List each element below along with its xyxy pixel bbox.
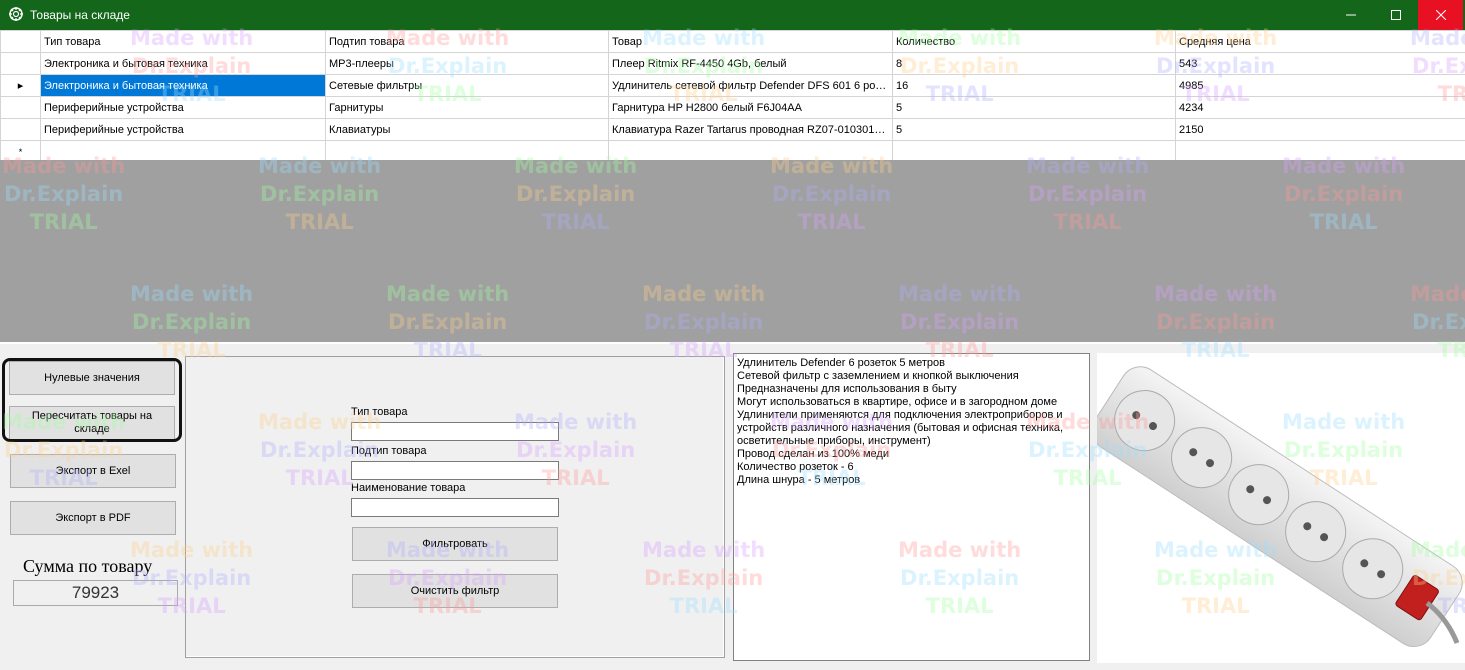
cell-avg-price[interactable]: 4985 <box>1176 75 1465 97</box>
row-header[interactable] <box>1 119 41 141</box>
filter-type-input[interactable] <box>351 422 559 441</box>
description-line: Удлинитель Defender 6 розеток 5 метров <box>737 357 1086 370</box>
export-pdf-button[interactable]: Экспорт в PDF <box>10 501 176 535</box>
description-textbox[interactable]: Удлинитель Defender 6 розеток 5 метров С… <box>733 353 1090 661</box>
minimize-button[interactable] <box>1328 0 1373 30</box>
table-row[interactable]: Периферийные устройства Гарнитуры Гарнит… <box>1 97 1465 119</box>
filter-subtype-input[interactable] <box>351 461 559 480</box>
maximize-icon <box>1391 10 1401 20</box>
cell-subtype[interactable]: Клавиатуры <box>326 119 609 141</box>
column-header-avg-price[interactable]: Средняя цена <box>1176 31 1465 53</box>
sum-label: Сумма по товару <box>23 556 152 577</box>
filter-button[interactable]: Фильтровать <box>352 527 558 561</box>
highlight-outline <box>2 358 182 442</box>
filter-subtype-label: Подтип товара <box>351 445 427 457</box>
cell-avg-price[interactable]: 2150 <box>1176 119 1465 141</box>
gear-icon <box>8 6 24 22</box>
description-line: Количество розеток - 6 <box>737 461 1086 474</box>
column-header-subtype[interactable]: Подтип товара <box>326 31 609 53</box>
row-header[interactable] <box>1 97 41 119</box>
grid-empty-area <box>0 160 1465 342</box>
table-row[interactable]: Периферийные устройства Клавиатуры Клави… <box>1 119 1465 141</box>
cell-avg-price[interactable]: 4234 <box>1176 97 1465 119</box>
row-header[interactable] <box>1 53 41 75</box>
cell-type[interactable]: Периферийные устройства <box>41 119 326 141</box>
description-line: Длина шнура - 5 метров <box>737 474 1086 487</box>
close-button[interactable] <box>1418 0 1463 30</box>
description-line: устройств различного назначения (бытовая… <box>737 422 1086 435</box>
cell-subtype[interactable]: Гарнитуры <box>326 97 609 119</box>
cell-quantity[interactable]: 5 <box>893 97 1176 119</box>
cell-product[interactable]: Плеер Ritmix RF-4450 4Gb, белый <box>609 53 893 75</box>
cell-subtype[interactable]: МР3-плееры <box>326 53 609 75</box>
description-line: осветительные приборы, инструмент) <box>737 435 1086 448</box>
column-header-quantity[interactable]: Количество <box>893 31 1176 53</box>
filter-type-label: Тип товара <box>351 406 408 418</box>
cell-quantity[interactable]: 8 <box>893 53 1176 75</box>
cell-subtype[interactable]: Сетевые фильтры <box>326 75 609 97</box>
cell-type[interactable]: Электроника и бытовая техника <box>41 53 326 75</box>
description-line: Провод сделан из 100% меди <box>737 448 1086 461</box>
minimize-icon <box>1346 10 1356 20</box>
row-header-corner[interactable] <box>1 31 41 53</box>
products-grid[interactable]: Тип товара Подтип товара Товар Количеств… <box>0 30 1465 160</box>
title-bar: Товары на складе <box>0 0 1465 30</box>
cell-product[interactable]: Гарнитура HP H2800 белый F6J04AA <box>609 97 893 119</box>
clear-filter-button[interactable]: Очистить фильтр <box>352 574 558 608</box>
description-line: Могут использоваться в квартире, офисе и… <box>737 396 1086 409</box>
description-line: Предназначены для использования в быту <box>737 383 1086 396</box>
grid-header-row: Тип товара Подтип товара Товар Количеств… <box>1 31 1465 53</box>
sum-value-field: 79923 <box>13 580 178 606</box>
product-image <box>1097 353 1465 663</box>
cell-quantity[interactable]: 16 <box>893 75 1176 97</box>
cell-quantity[interactable]: 5 <box>893 119 1176 141</box>
close-icon <box>1436 10 1446 20</box>
cell-avg-price[interactable]: 543 <box>1176 53 1465 75</box>
description-line: Удлинители применяются для подключения э… <box>737 409 1086 422</box>
table-row-selected[interactable]: ▸ Электроника и бытовая техника Сетевые … <box>1 75 1465 97</box>
filter-name-input[interactable] <box>351 498 559 517</box>
filter-name-label: Наименование товара <box>351 482 465 494</box>
column-header-product[interactable]: Товар <box>609 31 893 53</box>
cell-product[interactable]: Удлинитель сетевой фильтр Defender DFS 6… <box>609 75 893 97</box>
cell-product[interactable]: Клавиатура Razer Tartarus проводная RZ07… <box>609 119 893 141</box>
export-excel-button[interactable]: Экспорт в Exel <box>10 454 176 488</box>
maximize-button[interactable] <box>1373 0 1418 30</box>
cell-type[interactable]: Периферийные устройства <box>41 97 326 119</box>
current-row-indicator[interactable]: ▸ <box>1 75 41 97</box>
window-title: Товары на складе <box>30 8 130 22</box>
description-line: Сетевой фильтр с заземлением и кнопкой в… <box>737 370 1086 383</box>
power-strip-image <box>1097 353 1465 663</box>
table-row[interactable]: Электроника и бытовая техника МР3-плееры… <box>1 53 1465 75</box>
cell-type[interactable]: Электроника и бытовая техника <box>41 75 326 97</box>
column-header-type[interactable]: Тип товара <box>41 31 326 53</box>
